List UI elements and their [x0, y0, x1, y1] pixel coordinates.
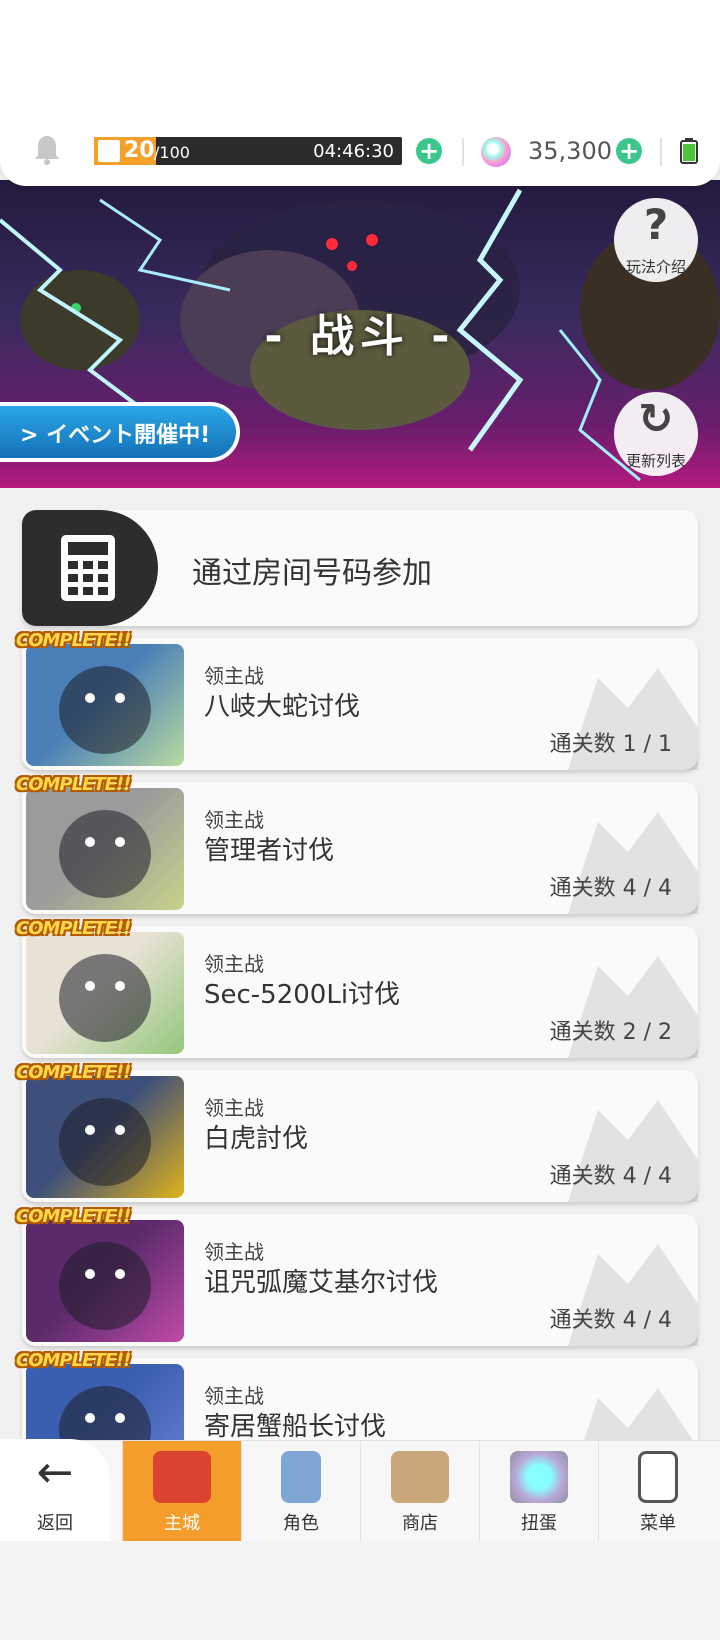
nav-shop[interactable]: 商店 — [360, 1441, 479, 1541]
boss-sprite — [59, 666, 151, 754]
join-card-icon-area — [22, 510, 158, 626]
banner-title: - 战斗 - — [264, 311, 456, 362]
boss-portrait — [26, 1076, 184, 1198]
back-label: 返回 — [37, 1513, 73, 1534]
nav-shop-label: 商店 — [402, 1513, 438, 1534]
complete-badge: COMPLETE!! — [16, 1062, 131, 1083]
boss-sprite — [59, 810, 151, 898]
add-stamina-button[interactable]: + — [416, 138, 442, 164]
boss-card[interactable]: COMPLETE!! 领主战 管理者讨伐 通关数 4 / 4 — [16, 774, 698, 914]
divider — [462, 138, 464, 166]
battle-banner: - 战斗 - > イベント開催中! ? 玩法介绍 ↻ 更新列表 — [0, 180, 720, 488]
boss-name: 白虎討伐 — [204, 1124, 309, 1154]
boss-portrait — [26, 644, 184, 766]
refresh-list-button[interactable]: ↻ 更新列表 — [614, 392, 698, 476]
nav-home[interactable]: 主城 — [122, 1441, 241, 1541]
refresh-label: 更新列表 — [625, 452, 686, 470]
divider — [660, 138, 662, 166]
boss-type: 领主战 — [204, 664, 264, 688]
gem-count: 35,300 — [528, 137, 612, 165]
gacha-icon — [510, 1451, 568, 1503]
help-label: 玩法介绍 — [625, 258, 686, 276]
stamina-max: /100 — [154, 143, 190, 162]
boss-card[interactable]: COMPLETE!! 领主战 Sec-5200Li讨伐 通关数 2 / 2 — [16, 918, 698, 1058]
nav-gacha[interactable]: 扭蛋 — [479, 1441, 598, 1541]
boss-portrait — [26, 1220, 184, 1342]
battery-icon — [680, 138, 698, 164]
stamina-timer: 04:46:30 — [313, 141, 394, 162]
stamina-bar: 20 /100 04:46:30 — [94, 137, 402, 165]
nav-characters[interactable]: 角色 — [241, 1441, 360, 1541]
boss-type: 领主战 — [204, 1240, 264, 1264]
boss-sprite — [59, 954, 151, 1042]
complete-badge: COMPLETE!! — [16, 630, 131, 651]
boss-type: 领主战 — [204, 808, 264, 832]
help-button[interactable]: ? 玩法介绍 — [614, 198, 698, 282]
character-icon — [281, 1451, 321, 1503]
question-icon: ? — [643, 200, 669, 249]
menu-icon — [638, 1451, 678, 1503]
boss-type: 领主战 — [204, 1096, 264, 1120]
join-by-room-code-label: 通过房间号码参加 — [192, 556, 432, 591]
boss-sprite — [59, 1098, 151, 1186]
complete-badge: COMPLETE!! — [16, 1350, 131, 1371]
boss-name: Sec-5200Li讨伐 — [204, 980, 401, 1010]
clear-count: 通关数 2 / 2 — [549, 1020, 672, 1045]
boss-sprite — [59, 1242, 151, 1330]
event-button[interactable]: > イベント開催中! — [0, 402, 240, 462]
complete-badge: COMPLETE!! — [16, 918, 131, 939]
back-button[interactable]: ← 返回 — [0, 1439, 110, 1541]
boss-portrait — [26, 788, 184, 910]
stamina-current: 20 — [124, 138, 155, 163]
refresh-icon: ↻ — [638, 394, 674, 443]
boss-name: 寄居蟹船长讨伐 — [204, 1412, 387, 1442]
castle-icon — [153, 1451, 211, 1503]
clear-count: 通关数 4 / 4 — [549, 876, 672, 901]
shop-icon — [391, 1451, 449, 1503]
boss-name: 管理者讨伐 — [204, 836, 335, 866]
complete-badge: COMPLETE!! — [16, 774, 131, 795]
lightning-icon — [98, 140, 120, 162]
join-by-room-code-card[interactable]: 通过房间号码参加 — [22, 510, 698, 626]
nav-menu[interactable]: 菜单 — [598, 1441, 717, 1541]
boss-type: 领主战 — [204, 952, 264, 976]
top-status-bar: 20 /100 04:46:30 + 35,300 + — [0, 0, 720, 186]
boss-name: 诅咒弧魔艾基尔讨伐 — [204, 1268, 439, 1298]
calculator-icon — [61, 535, 115, 601]
gem-icon — [481, 137, 511, 167]
boss-portrait — [26, 932, 184, 1054]
boss-name: 八岐大蛇讨伐 — [204, 692, 361, 722]
nav-characters-label: 角色 — [283, 1513, 319, 1534]
clear-count: 通关数 1 / 1 — [549, 732, 672, 757]
nav-menu-label: 菜单 — [640, 1513, 676, 1534]
back-arrow-icon: ← — [36, 1447, 74, 1498]
add-gems-button[interactable]: + — [616, 138, 642, 164]
clear-count: 通关数 4 / 4 — [549, 1164, 672, 1189]
notification-bell-icon[interactable] — [32, 134, 62, 166]
system-nav-area — [0, 1540, 720, 1640]
boss-type: 领主战 — [204, 1384, 264, 1408]
bottom-navigation: ← 返回 主城 角色 商店 扭蛋 菜单 — [0, 1439, 720, 1541]
complete-badge: COMPLETE!! — [16, 1206, 131, 1227]
boss-card[interactable]: COMPLETE!! 领主战 八岐大蛇讨伐 通关数 1 / 1 — [16, 630, 698, 770]
boss-card[interactable]: COMPLETE!! 领主战 诅咒弧魔艾基尔讨伐 通关数 4 / 4 — [16, 1206, 698, 1346]
boss-card[interactable]: COMPLETE!! 领主战 白虎討伐 通关数 4 / 4 — [16, 1062, 698, 1202]
clear-count: 通关数 4 / 4 — [549, 1308, 672, 1333]
nav-home-label: 主城 — [164, 1513, 200, 1534]
nav-gacha-label: 扭蛋 — [521, 1513, 557, 1534]
